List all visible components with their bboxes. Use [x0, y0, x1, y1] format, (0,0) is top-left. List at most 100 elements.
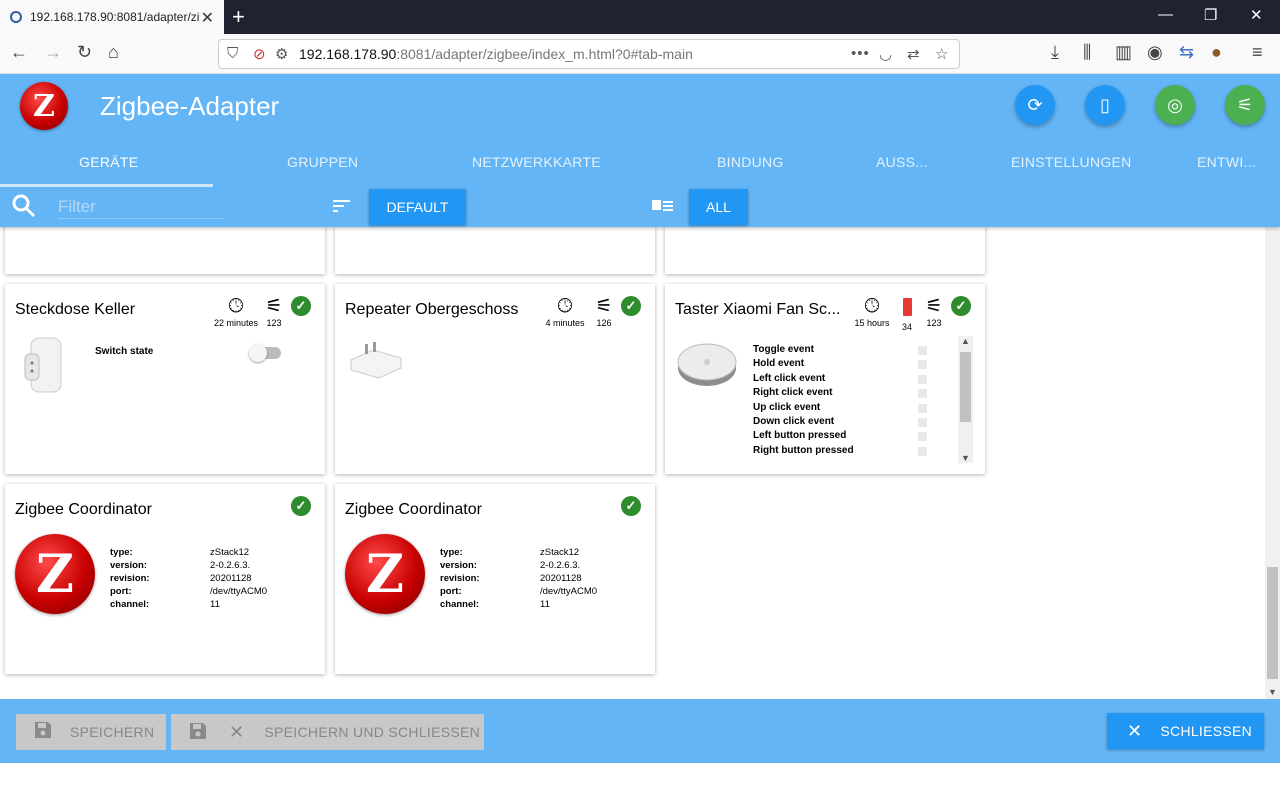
link-quality-value: 126 — [596, 318, 612, 328]
pocket-icon[interactable]: ◡ — [879, 45, 892, 63]
url-bar[interactable]: ⛉ ⊘ ⚙ 192.168.178.90:8081/adapter/zigbee… — [218, 39, 960, 69]
info-key: port: — [440, 586, 462, 597]
browser-tab[interactable]: 192.168.178.90:8081/adapter/zigbee/index… — [0, 0, 224, 34]
sort-icon[interactable] — [332, 196, 352, 216]
footer-bar: SPEICHERN ✕ SPEICHERN UND SCHLIESSEN ✕ S… — [0, 699, 1280, 763]
url-host: 192.168.178.90 — [299, 46, 397, 62]
event-list-scrollbar[interactable]: ▲ ▼ — [958, 336, 973, 463]
event-list: Toggle event Hold event Left click event… — [753, 344, 931, 459]
device-download-button[interactable]: ▯ — [1085, 85, 1125, 125]
event-label: Hold event — [753, 358, 805, 370]
shield-icon[interactable]: ⛉ — [227, 45, 238, 62]
page-actions-icon[interactable]: ••• — [851, 45, 870, 62]
save-and-close-button[interactable]: ✕ SPEICHERN UND SCHLIESSEN — [171, 714, 484, 750]
translate-icon[interactable]: ⇄ — [907, 45, 920, 63]
refresh-button[interactable]: ⟳ — [1015, 85, 1055, 125]
sort-default-button[interactable]: DEFAULT — [369, 189, 466, 225]
tab-auss[interactable]: AUSS... — [876, 154, 928, 170]
info-value: zStack12 — [210, 547, 250, 558]
downloads-icon[interactable]: ⤓ — [1051, 42, 1059, 63]
close-tab-icon[interactable]: ✕ — [201, 8, 214, 28]
save-button[interactable]: SPEICHERN — [16, 714, 166, 750]
tab-bindung[interactable]: BINDUNG — [717, 154, 784, 170]
tab-geraete[interactable]: GERÄTE — [79, 154, 138, 170]
last-seen-stat: 🕓︎ 22 minutes — [213, 296, 259, 328]
info-value: 2-0.2.6.3. — [540, 560, 581, 571]
menu-icon[interactable]: ≡ — [1252, 42, 1263, 63]
device-card-coordinator[interactable]: Zigbee Coordinator ✓ Z type: zStack12 ver… — [5, 484, 325, 674]
view-card-icon[interactable] — [652, 198, 674, 219]
library-icon[interactable]: ⫼ — [1083, 42, 1091, 63]
info-key: channel: — [110, 599, 150, 610]
sidebar-icon[interactable]: ▥ — [1115, 42, 1132, 63]
forward-icon[interactable]: → — [44, 42, 62, 63]
zigbee-logo: Z — [20, 82, 68, 130]
scrollbar-thumb[interactable] — [1267, 567, 1278, 679]
permissions-icon[interactable]: ⚙ — [275, 45, 288, 63]
close-label: SCHLIESSEN — [1160, 723, 1253, 739]
device-card-coordinator[interactable]: Zigbee Coordinator ✓ Z type: zStack12 ver… — [335, 484, 655, 674]
new-tab-icon[interactable]: + — [232, 4, 245, 30]
scroll-down-icon[interactable]: ▼ — [961, 453, 970, 463]
insecure-icon[interactable]: ⊘ — [253, 45, 266, 63]
cookie-extension-icon[interactable]: ● — [1211, 42, 1222, 63]
device-title: Steckdose Keller — [15, 301, 136, 318]
window-close-icon[interactable]: ✕ — [1250, 6, 1263, 24]
scroll-down-icon[interactable]: ▼ — [1268, 687, 1277, 697]
view-all-button[interactable]: ALL — [689, 189, 748, 225]
tab-entwi[interactable]: ENTWI... — [1197, 154, 1256, 170]
toggle-knob — [249, 344, 267, 362]
event-row: Down click event — [753, 416, 931, 430]
close-icon: ✕ — [229, 721, 245, 742]
info-value: 20201128 — [540, 573, 582, 584]
info-value: 20201128 — [210, 573, 252, 584]
minimize-icon[interactable]: — — [1158, 6, 1173, 23]
device-card-taster[interactable]: Taster Xiaomi Fan Sc... 🕓︎ 15 hours 34 ⚟… — [665, 284, 985, 474]
battery-stat: 34 — [898, 296, 916, 332]
page-scrollbar[interactable]: ▼ — [1265, 227, 1280, 699]
event-row: Hold event — [753, 358, 931, 372]
event-indicator — [918, 403, 927, 413]
close-icon: ✕ — [1127, 720, 1143, 741]
clock-icon: 🕓︎ — [557, 296, 573, 317]
reload-icon[interactable]: ↻ — [77, 42, 92, 63]
translate-extension-icon[interactable]: ⇆ — [1179, 42, 1194, 63]
url-path: :8081/adapter/zigbee/index_m.html?0#tab-… — [396, 46, 693, 62]
switch-state-toggle[interactable] — [249, 344, 281, 362]
event-row: Right click event — [753, 387, 931, 401]
pairing-button[interactable]: ◎ — [1155, 85, 1195, 125]
restore-icon[interactable]: ❐ — [1204, 6, 1217, 24]
info-key: revision: — [440, 573, 480, 584]
tab-gruppen[interactable]: GRUPPEN — [287, 154, 358, 170]
device-card-steckdose[interactable]: Steckdose Keller 🕓︎ 22 minutes ⚟ 123 ✓ S… — [5, 284, 325, 474]
account-icon[interactable]: ◉ — [1147, 42, 1163, 63]
info-key: version: — [440, 560, 477, 571]
event-indicator — [918, 432, 927, 442]
bookmark-star-icon[interactable]: ☆ — [935, 45, 948, 63]
smart-plug-image — [24, 337, 62, 393]
info-key: channel: — [440, 599, 480, 610]
event-row: Left button pressed — [753, 430, 931, 444]
device-card-repeater[interactable]: Repeater Obergeschoss 🕓︎ 4 minutes ⚟ 126… — [335, 284, 655, 474]
event-row: Right button pressed — [753, 445, 931, 459]
touchlink-button[interactable]: ⚟ — [1225, 85, 1265, 125]
devices-grid: Steckdose Keller 🕓︎ 22 minutes ⚟ 123 ✓ S… — [0, 187, 1265, 699]
filter-input[interactable] — [58, 195, 223, 219]
close-button[interactable]: ✕ SCHLIESSEN — [1107, 713, 1264, 749]
link-quality-stat: ⚟ 123 — [923, 296, 945, 328]
browser-navbar: ← → ↻ ⌂ ⛉ ⊘ ⚙ 192.168.178.90:8081/adapte… — [0, 34, 1280, 74]
link-quality-value: 123 — [266, 318, 282, 328]
scroll-up-icon[interactable]: ▲ — [961, 336, 970, 346]
event-label: Right button pressed — [753, 444, 854, 456]
home-icon[interactable]: ⌂ — [108, 42, 119, 63]
device-title: Zigbee Coordinator — [345, 501, 482, 518]
info-value: 2-0.2.6.3. — [210, 560, 251, 571]
battery-low-icon — [898, 296, 916, 322]
signal-strength-icon: ⚟ — [595, 296, 613, 317]
scrollbar-thumb[interactable] — [960, 352, 971, 422]
last-seen-stat: 🕓︎ 4 minutes — [545, 296, 585, 328]
back-icon[interactable]: ← — [10, 42, 28, 63]
tab-einstellungen[interactable]: EINSTELLUNGEN — [1011, 154, 1132, 170]
info-key: port: — [110, 586, 132, 597]
tab-netzwerkkarte[interactable]: NETZWERKKARTE — [472, 154, 601, 170]
